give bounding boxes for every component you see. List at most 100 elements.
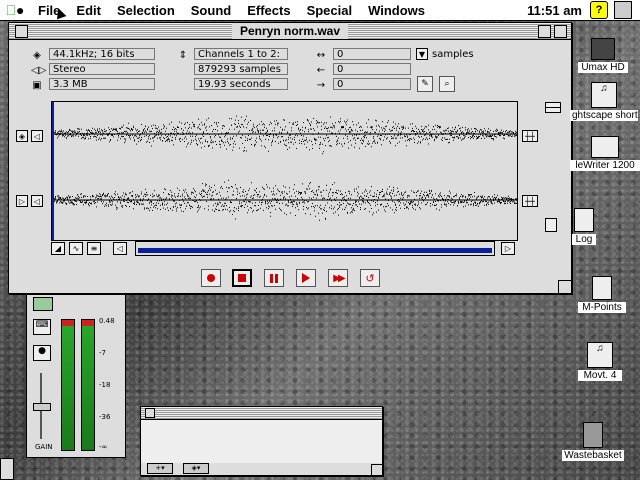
sound-file-icon: ♫ <box>587 342 613 368</box>
record-button[interactable] <box>201 269 221 287</box>
scroll-thumb[interactable] <box>138 248 492 253</box>
scroll-left-icon[interactable]: ◁ <box>113 242 127 255</box>
trash-icon[interactable] <box>545 218 557 232</box>
samples-field[interactable]: 879293 samples <box>194 63 288 75</box>
menu-windows[interactable]: Windows <box>360 3 433 18</box>
small-window-title-bar[interactable] <box>141 407 382 420</box>
menubar-clock[interactable]: 11:51 am <box>519 3 590 18</box>
selection-end-field[interactable]: 0 <box>333 63 411 75</box>
units-dropdown[interactable]: ▼ <box>416 48 428 60</box>
desktop-icon-movt-4[interactable]: ♫ Movt. 4 <box>578 342 622 381</box>
sound-file-icon: ♫ <box>591 82 617 108</box>
small-window-content <box>141 420 382 463</box>
stop-icon <box>238 274 246 282</box>
view-menu-icon[interactable]: ◈▾ <box>183 463 209 474</box>
desktop-icon-log[interactable]: Log <box>572 208 596 245</box>
scroll-track[interactable] <box>135 241 495 256</box>
play-icon <box>302 273 310 283</box>
stop-button[interactable] <box>232 269 252 287</box>
add-menu-icon[interactable]: +▾ <box>147 463 173 474</box>
fast-forward-button[interactable]: ▶▶ <box>328 269 348 287</box>
pencil-tool-icon[interactable]: ✎ <box>417 76 433 92</box>
desktop-icon-nightscape[interactable]: ♫ ghtscape short <box>570 82 638 121</box>
menu-selection[interactable]: Selection <box>109 3 183 18</box>
loop-icon: ↺ <box>365 271 375 285</box>
application-menu-icon[interactable] <box>614 1 632 19</box>
zoom-box[interactable] <box>538 25 551 38</box>
wastebasket-icon <box>583 422 603 448</box>
menu-bar: ● File Edit Selection Sound Effects Spe… <box>0 0 640 21</box>
units-label: samples <box>432 49 474 60</box>
selection-length-field[interactable]: 0 <box>333 78 411 90</box>
rate-icon: ◈ <box>33 50 41 61</box>
document-icon <box>574 208 594 232</box>
ch1-zoom-icon[interactable]: ┼┼ <box>522 130 538 142</box>
file-size-field[interactable]: 3.3 MB <box>49 78 155 90</box>
desktop-icon-m-points[interactable]: M-Points <box>578 276 626 313</box>
window-title-bar[interactable]: Penryn norm.wav <box>9 23 571 40</box>
right-level-meter <box>81 319 95 451</box>
channel-mode-field[interactable]: Stereo <box>49 63 155 75</box>
grow-box[interactable] <box>558 280 571 293</box>
small-close-box[interactable] <box>145 408 155 418</box>
desktop-icon-label: leWriter 1200 <box>570 160 640 171</box>
apple-menu-icon[interactable]: ● <box>0 2 30 18</box>
sample-rate-field[interactable]: 44.1kHz; 16 bits <box>49 48 155 60</box>
waveform-display[interactable] <box>51 101 518 241</box>
menu-edit[interactable]: Edit <box>68 3 109 18</box>
desktop-icon-label: Wastebasket <box>562 450 624 461</box>
desktop-icon-label: ghtscape short <box>570 110 638 121</box>
split-view-icon[interactable] <box>545 102 561 113</box>
desktop-icon-wastebasket[interactable]: Wastebasket <box>562 422 624 461</box>
input-source-icon[interactable]: ⌨ <box>33 319 51 335</box>
ch2-speaker-icon[interactable]: ◁ <box>31 195 43 207</box>
envelope-tool-icon[interactable]: ∿ <box>69 242 83 255</box>
meter-scale-0: 0.48 <box>99 317 115 325</box>
hard-disk-icon <box>591 38 615 60</box>
collapse-box[interactable] <box>554 25 567 38</box>
meter-scale-3: -36 <box>99 413 111 421</box>
fast-forward-icon: ▶▶ <box>333 272 346 284</box>
close-box[interactable] <box>15 25 28 38</box>
ch1-select-icon[interactable]: ◈ <box>16 130 28 142</box>
list-tool-icon[interactable]: ≡ <box>87 242 101 255</box>
channel-select-icon[interactable]: ⇕ <box>177 50 189 61</box>
play-button[interactable] <box>296 269 316 287</box>
menu-special[interactable]: Special <box>299 3 361 18</box>
small-grow-box[interactable] <box>371 464 382 475</box>
pause-button[interactable] <box>264 269 284 287</box>
record-source-icon[interactable]: ● <box>33 345 51 361</box>
loop-button[interactable]: ↺ <box>360 269 380 287</box>
desktop-icon-writer[interactable]: leWriter 1200 <box>570 136 640 171</box>
record-icon <box>207 274 215 282</box>
left-level-meter <box>61 319 75 451</box>
desktop-icon-label: Umax HD <box>578 62 628 73</box>
waveform-svg <box>52 102 517 240</box>
desktop-icon-label: Log <box>572 234 596 245</box>
ch2-zoom-icon[interactable]: ┼┼ <box>522 195 538 207</box>
seconds-field[interactable]: 19.93 seconds <box>194 78 288 90</box>
ch1-speaker-icon[interactable]: ◁ <box>31 130 43 142</box>
selection-length-icon: → <box>316 80 326 91</box>
sound-window: Penryn norm.wav ◈ 44.1kHz; 16 bits ◁▷ St… <box>8 22 572 294</box>
menu-effects[interactable]: Effects <box>239 3 298 18</box>
channels-field[interactable]: Channels 1 to 2: <box>194 48 288 60</box>
desktop-icon-umax-hd[interactable]: Umax HD <box>578 38 628 73</box>
stereo-icon: ◁▷ <box>31 65 47 76</box>
gain-slider[interactable] <box>33 373 51 439</box>
small-window: +▾ ◈▾ <box>140 406 383 476</box>
gain-slider-thumb[interactable] <box>33 403 51 411</box>
help-icon[interactable]: ? <box>590 1 608 19</box>
mixer-collapse-icon[interactable] <box>33 297 53 311</box>
meter-scale-2: -18 <box>99 381 111 389</box>
magnify-tool-icon[interactable]: ⌕ <box>439 76 455 92</box>
scroll-right-icon[interactable]: ▷ <box>501 242 515 255</box>
fade-tool-icon[interactable]: ◢ <box>51 242 65 255</box>
ch2-select-icon[interactable]: ▷ <box>16 195 28 207</box>
selection-end-icon: ← <box>316 65 326 76</box>
selection-start-field[interactable]: 0 <box>333 48 411 60</box>
menu-sound[interactable]: Sound <box>183 3 239 18</box>
collapsed-window-tab[interactable] <box>0 458 14 480</box>
meter-scale-1: -7 <box>99 349 106 357</box>
mixer-window: ⌨ ● GAIN 0.48 -7 -18 -36 -∞ <box>26 294 126 458</box>
